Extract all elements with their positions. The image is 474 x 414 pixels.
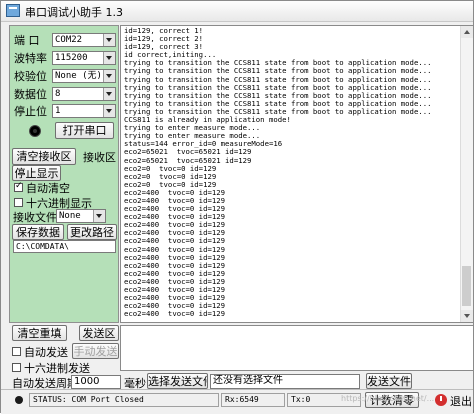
auto-clear-label: 自动清空 [26, 182, 70, 195]
clear-resend-button[interactable]: 清空重填 [12, 325, 67, 341]
databits-select-value: 8 [55, 89, 61, 99]
port-select-value: COM22 [55, 35, 83, 45]
chevron-down-icon[interactable] [103, 88, 115, 100]
hex-send-label: 十六进制发送 [24, 362, 90, 375]
rx-count: Rx:6549 [221, 393, 285, 407]
receive-file-select[interactable]: None [56, 209, 106, 223]
auto-send-period-input[interactable]: 1000 [71, 375, 121, 389]
open-port-button[interactable]: 打开串口 [55, 122, 114, 139]
title-bar: 串口调试小助手 1.3 [1, 1, 473, 22]
auto-send-label: 自动发送 [24, 346, 68, 359]
serial-app-icon [6, 4, 20, 17]
status-led-icon [15, 396, 23, 404]
send-textarea[interactable] [120, 325, 474, 371]
parity-select-value: None (无) [55, 71, 102, 81]
save-path-field[interactable]: C:\COMDATA\ [13, 240, 116, 253]
chevron-down-icon[interactable] [93, 210, 105, 222]
receive-file-label: 接收文件 [13, 211, 57, 224]
stop-display-button[interactable]: 停止显示 [12, 165, 61, 181]
power-icon[interactable] [435, 394, 447, 406]
chevron-down-icon[interactable] [103, 70, 115, 82]
hex-display-checkbox[interactable] [14, 198, 23, 207]
auto-send-checkbox[interactable] [12, 347, 21, 356]
change-path-button[interactable]: 更改路径 [67, 224, 117, 240]
receive-scrollbar[interactable] [460, 26, 473, 322]
stopbits-select-value: 1 [55, 106, 61, 116]
databits-label: 数据位 [14, 88, 47, 101]
chevron-down-icon[interactable] [103, 105, 115, 117]
exit-button[interactable]: 退出 [450, 393, 472, 409]
baud-label: 波特率 [14, 52, 47, 65]
app-window: 串口调试小助手 1.3 端 口 COM22 波特率 115200 校验位 Non… [0, 0, 474, 414]
window-title: 串口调试小助手 1.3 [25, 6, 123, 19]
chevron-down-icon[interactable] [103, 34, 115, 46]
parity-select[interactable]: None (无) [52, 69, 116, 83]
baud-select[interactable]: 115200 [52, 51, 116, 65]
send-area-button[interactable]: 发送区 [79, 325, 119, 341]
stopbits-select[interactable]: 1 [52, 104, 116, 118]
parity-label: 校验位 [14, 70, 47, 83]
port-select[interactable]: COM22 [52, 33, 116, 47]
settings-panel: 端 口 COM22 波特率 115200 校验位 None (无) 数据位 8 … [9, 25, 119, 323]
port-label: 端 口 [14, 34, 40, 47]
watermark: https://blog.csdn.net/... [341, 394, 435, 403]
receive-log: id=129, correct 1! id=129, correct 2! id… [124, 26, 432, 319]
port-status-led [29, 125, 41, 137]
selected-file-field: 还没有选择文件 [210, 374, 360, 389]
port-status: STATUS: COM Port Closed [29, 393, 219, 407]
select-send-file-button[interactable]: 选择发送文件 [147, 373, 208, 389]
send-file-button[interactable]: 发送文件 [366, 373, 412, 389]
receive-area-label: 接收区 [83, 151, 116, 164]
chevron-down-icon[interactable] [103, 52, 115, 64]
receive-textarea[interactable]: id=129, correct 1! id=129, correct 2! id… [120, 25, 474, 323]
auto-clear-checkbox[interactable] [14, 181, 23, 192]
baud-select-value: 115200 [55, 53, 88, 63]
save-data-button[interactable]: 保存数据 [12, 224, 64, 240]
scroll-down-icon[interactable] [461, 310, 473, 322]
stopbits-label: 停止位 [14, 105, 47, 118]
scroll-up-icon[interactable] [461, 26, 473, 38]
clear-receive-button[interactable]: 清空接收区 [12, 148, 76, 165]
receive-file-value: None [59, 211, 81, 221]
scroll-thumb[interactable] [462, 266, 471, 306]
manual-send-button[interactable]: 手动发送 [72, 343, 119, 359]
hex-send-checkbox[interactable] [12, 363, 21, 372]
databits-select[interactable]: 8 [52, 87, 116, 101]
